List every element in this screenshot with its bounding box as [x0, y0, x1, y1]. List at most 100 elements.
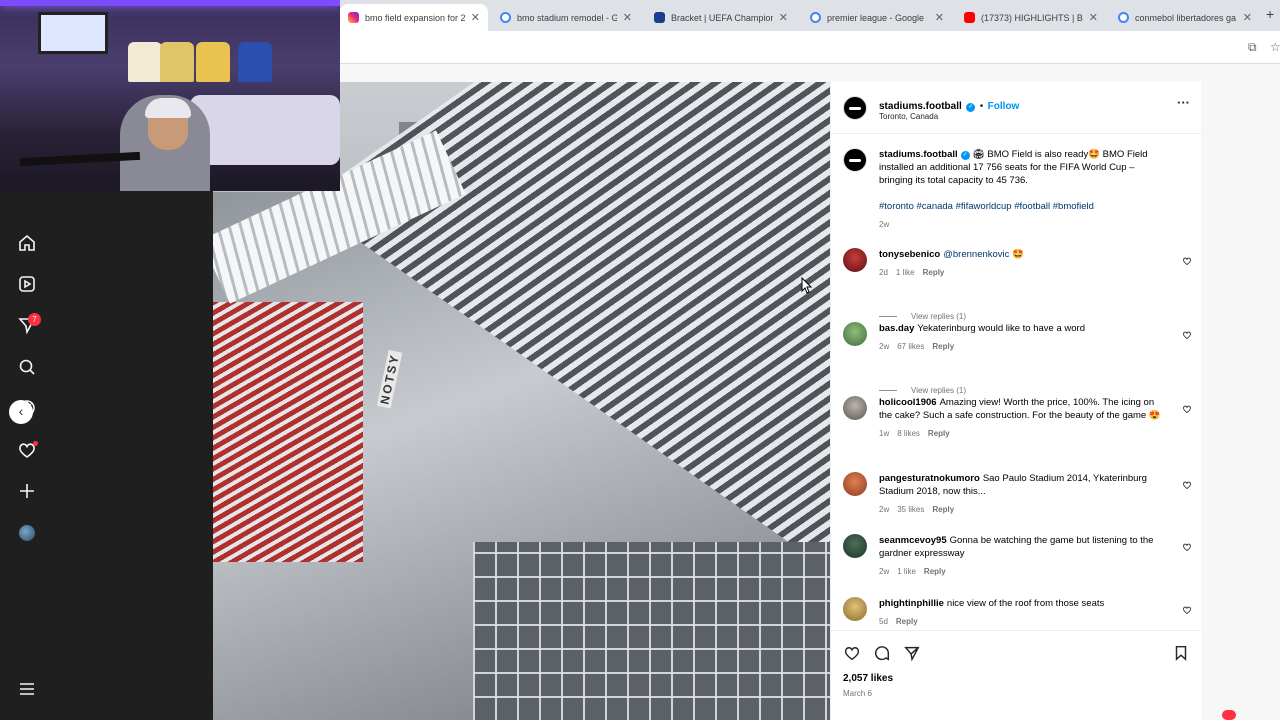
profile-avatar[interactable]: [19, 525, 35, 541]
tab-close-icon[interactable]: ✕: [1243, 11, 1252, 24]
reels-icon[interactable]: [17, 274, 37, 294]
menu-icon[interactable]: [17, 679, 37, 699]
caption-meta: 2w: [879, 218, 1164, 231]
comment-username[interactable]: bas.day: [879, 323, 914, 334]
streamer-cap: [145, 98, 191, 118]
follow-button[interactable]: Follow: [988, 101, 1020, 112]
commenter-avatar[interactable]: [843, 534, 867, 558]
like-post-icon[interactable]: [843, 644, 861, 662]
browser-tab[interactable]: premier league - Google ✕: [802, 4, 952, 31]
verified-badge-icon: ✓: [966, 103, 976, 112]
scaffolding: [473, 542, 830, 720]
bookmark-star-icon[interactable]: ☆: [1270, 40, 1280, 54]
create-icon[interactable]: [17, 481, 37, 501]
caption-text: stadiums.football ✓ 🏟 BMO Field is also re…: [879, 148, 1164, 231]
comment-username[interactable]: pangesturatnokumoro: [879, 473, 980, 484]
google-favicon-icon: [810, 12, 821, 23]
reply-button[interactable]: Reply: [928, 429, 950, 438]
comment-likes[interactable]: 1 like: [896, 268, 915, 277]
commenter-avatar[interactable]: [843, 396, 867, 420]
comment-meta: 2w 35 likes Reply: [879, 503, 1164, 516]
comment-body: Yekaterinburg would like to have a word: [917, 323, 1085, 334]
instagram-nav-rail: [0, 191, 213, 720]
comment-icon[interactable]: [873, 644, 891, 662]
like-comment-icon[interactable]: [1182, 539, 1192, 552]
author-avatar[interactable]: [843, 96, 867, 120]
comment-text: tonysebenico @brennenkovic 🤩 2d 1 like Repl…: [879, 248, 1164, 279]
comment-meta: 2d 1 like Reply: [879, 266, 1164, 279]
mouse-cursor-icon: [801, 277, 812, 294]
tab-close-icon[interactable]: ✕: [623, 11, 632, 24]
tab-close-icon[interactable]: ✕: [471, 11, 480, 24]
comment-username[interactable]: seanmcevoy95: [879, 535, 947, 546]
more-options-icon[interactable]: ···: [1177, 95, 1190, 110]
reply-button[interactable]: Reply: [932, 342, 954, 351]
comment-likes[interactable]: 67 likes: [897, 342, 924, 351]
tab-title: bmo field expansion for 2: [365, 12, 465, 23]
comment-likes[interactable]: 1 like: [897, 567, 916, 576]
browser-tab[interactable]: conmebol libertadores ga ✕: [1110, 4, 1260, 31]
commenter-avatar[interactable]: [843, 597, 867, 621]
post-header: stadiums.football ✓ • Follow Toronto, Ca…: [831, 82, 1202, 134]
comment-body: nice view of the roof from those seats: [946, 598, 1105, 609]
post-location[interactable]: Toronto, Canada: [879, 112, 938, 121]
comment-username[interactable]: holicool1906: [879, 397, 937, 408]
wall-jersey: [160, 42, 194, 82]
author-username[interactable]: stadiums.football: [879, 101, 962, 112]
search-icon[interactable]: [17, 357, 37, 377]
post-actions: 2,057 likes March 6: [831, 630, 1202, 720]
reply-button[interactable]: Reply: [932, 505, 954, 514]
browser-tab[interactable]: bmo stadium remodel - G ✕: [492, 4, 640, 31]
home-icon[interactable]: [17, 233, 37, 253]
sofa: [190, 95, 340, 165]
share-icon[interactable]: [903, 644, 921, 662]
comment-username[interactable]: phightinphillie: [879, 598, 944, 609]
led-strip: [0, 0, 340, 6]
notification-badge: [1222, 710, 1236, 720]
author-avatar[interactable]: [843, 148, 867, 172]
instagram-favicon-icon: [348, 12, 359, 23]
wall-jersey: [128, 42, 162, 82]
tab-close-icon[interactable]: ✕: [935, 11, 944, 24]
reply-button[interactable]: Reply: [896, 617, 918, 626]
instagram-post-page: NOTSY stadiums.football ✓ • Follow Toron…: [213, 64, 1280, 720]
comment-likes[interactable]: 8 likes: [897, 429, 920, 438]
reply-button[interactable]: Reply: [923, 268, 945, 277]
tab-title: premier league - Google: [827, 12, 925, 23]
browser-tab[interactable]: bmo field expansion for 2 ✕: [340, 4, 488, 31]
like-comment-icon[interactable]: [1182, 477, 1192, 490]
reply-button[interactable]: Reply: [924, 567, 946, 576]
wall-tv: [38, 12, 108, 54]
commenter-avatar[interactable]: [843, 322, 867, 346]
browser-tab-bar: bmo field expansion for 2 ✕ bmo stadium …: [340, 0, 1280, 31]
tab-title: (17373) HIGHLIGHTS | Ba: [981, 12, 1083, 23]
separator-dot: •: [979, 101, 984, 112]
tab-close-icon[interactable]: ✕: [1089, 11, 1098, 24]
save-bookmark-icon[interactable]: [1172, 644, 1190, 662]
comment-age: 2w: [879, 505, 890, 514]
like-comment-icon[interactable]: [1182, 253, 1192, 266]
comment-username[interactable]: tonysebenico: [879, 249, 940, 260]
browser-tab[interactable]: (17373) HIGHLIGHTS | Ba ✕: [956, 4, 1106, 31]
tab-close-icon[interactable]: ✕: [779, 11, 788, 24]
comment-text: pangesturatnokumoro Sao Paulo Stadium 201…: [879, 472, 1164, 516]
like-comment-icon[interactable]: [1182, 401, 1192, 414]
commenter-avatar[interactable]: [843, 472, 867, 496]
caption-username[interactable]: stadiums.football: [879, 149, 958, 160]
view-replies-button[interactable]: View replies (1): [879, 386, 966, 395]
browser-tab[interactable]: Bracket | UEFA Champion ✕: [646, 4, 796, 31]
like-comment-icon[interactable]: [1182, 327, 1192, 340]
commenter-avatar[interactable]: [843, 248, 867, 272]
new-tab-icon[interactable]: +: [1266, 6, 1274, 22]
youtube-favicon-icon: [964, 12, 975, 23]
view-replies-button[interactable]: View replies (1): [879, 312, 966, 321]
install-app-icon[interactable]: ⧉: [1248, 40, 1257, 55]
previous-post-button[interactable]: ‹: [9, 400, 33, 424]
address-bar: ⧉ ☆: [340, 31, 1280, 64]
comment-likes[interactable]: 35 likes: [897, 505, 924, 514]
like-count[interactable]: 2,057 likes: [843, 673, 893, 684]
comment-mention[interactable]: @brennenkovic: [943, 249, 1009, 260]
comment-body: 🤩: [1009, 249, 1024, 260]
caption-hashtags[interactable]: #toronto #canada #fifaworldcup #football…: [879, 200, 1164, 213]
like-comment-icon[interactable]: [1182, 602, 1192, 615]
